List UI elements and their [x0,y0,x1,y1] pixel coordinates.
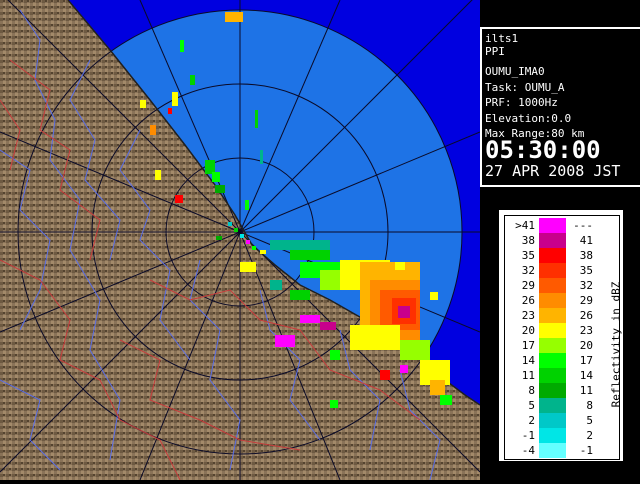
observation-date: 27 APR 2008 JST [485,162,621,180]
legend-low-value: -1 [521,429,535,442]
legend-color-swatch [539,323,566,338]
legend-high-value: 2 [586,429,593,442]
legend-row: 25 [505,413,615,428]
legend-high-value: 26 [579,309,593,322]
legend-high-value: 8 [586,399,593,412]
legend-high-value: 20 [579,339,593,352]
legend-high-value: 14 [579,369,593,382]
legend-color-swatch [539,443,566,458]
station-name: ilts1 [485,32,519,45]
legend-color-swatch [539,278,566,293]
legend-color-swatch [539,413,566,428]
legend-low-value: >41 [515,219,535,232]
legend-title-text: Reflectivity in dBZ [609,281,623,408]
task-name: Task: OUMU_A [485,81,565,94]
legend-low-value: 32 [521,264,535,277]
observation-time: 05:30:00 [485,136,601,164]
legend-low-value: 20 [521,324,535,337]
legend-low-value: 5 [528,399,535,412]
legend-high-value: 38 [579,249,593,262]
legend-color-swatch [539,383,566,398]
radar-map [0,0,480,480]
legend-color-swatch [539,428,566,443]
product-name: OUMU_IMA0 [485,65,545,78]
legend-row: 29 32 [505,278,615,293]
legend-low-value: 8 [528,384,535,397]
legend-high-value: 11 [579,384,593,397]
legend-high-value: -1 [579,444,593,457]
legend-high-value: 23 [579,324,593,337]
radar-ppi-view[interactable] [0,0,480,480]
legend-row: >41 --- [505,218,615,233]
legend-color-swatch [539,368,566,383]
legend-high-value: 35 [579,264,593,277]
legend-low-value: 35 [521,249,535,262]
legend-high-value: 32 [579,279,593,292]
legend-color-swatch [539,293,566,308]
legend-row: -1 2 [505,428,615,443]
reflectivity-legend: >41 --- 38 41 35 38 32 35 29 32 26 29 23 26 20 23 17 20 14… [497,208,625,463]
legend-row: 32 35 [505,263,615,278]
legend-low-value: 23 [521,309,535,322]
legend-low-value: 38 [521,234,535,247]
legend-color-swatch [539,353,566,368]
legend-low-value: 29 [521,279,535,292]
legend-color-swatch [539,398,566,413]
legend-color-swatch [539,233,566,248]
legend-high-value: --- [573,219,593,232]
legend-high-value: 29 [579,294,593,307]
legend-row: 8 11 [505,383,615,398]
info-panel: ilts1 PPI OUMU_IMA0 Task: OUMU_A PRF: 10… [480,27,640,187]
scan-type: PPI [485,45,505,58]
legend-color-swatch [539,218,566,233]
legend-row: 58 [505,398,615,413]
legend-low-value: -4 [521,444,535,457]
legend-row: 38 41 [505,233,615,248]
legend-color-swatch [539,248,566,263]
legend-color-swatch [539,308,566,323]
legend-row: 23 26 [505,308,615,323]
legend-title: Reflectivity in dBZ [608,276,623,416]
legend-box: >41 --- 38 41 35 38 32 35 29 32 26 29 23 26 20 23 17 20 14… [504,215,623,460]
legend-row: 26 29 [505,293,615,308]
legend-low-value: 17 [521,339,535,352]
legend-row: 17 20 [505,338,615,353]
legend-low-value: 14 [521,354,535,367]
legend-row: 35 38 [505,248,615,263]
legend-color-swatch [539,263,566,278]
legend-low-value: 2 [528,414,535,427]
legend-high-value: 41 [579,234,593,247]
legend-row: 14 17 [505,353,615,368]
legend-row: -4 -1 [505,443,615,458]
legend-high-value: 5 [586,414,593,427]
legend-color-swatch [539,338,566,353]
prf-value: PRF: 1000Hz [485,96,558,109]
legend-low-value: 11 [521,369,535,382]
elevation-value: Elevation:0.0 [485,112,572,125]
legend-low-value: 26 [521,294,535,307]
legend-high-value: 17 [579,354,593,367]
legend-row: 20 23 [505,323,615,338]
legend-row: 11 14 [505,368,615,383]
